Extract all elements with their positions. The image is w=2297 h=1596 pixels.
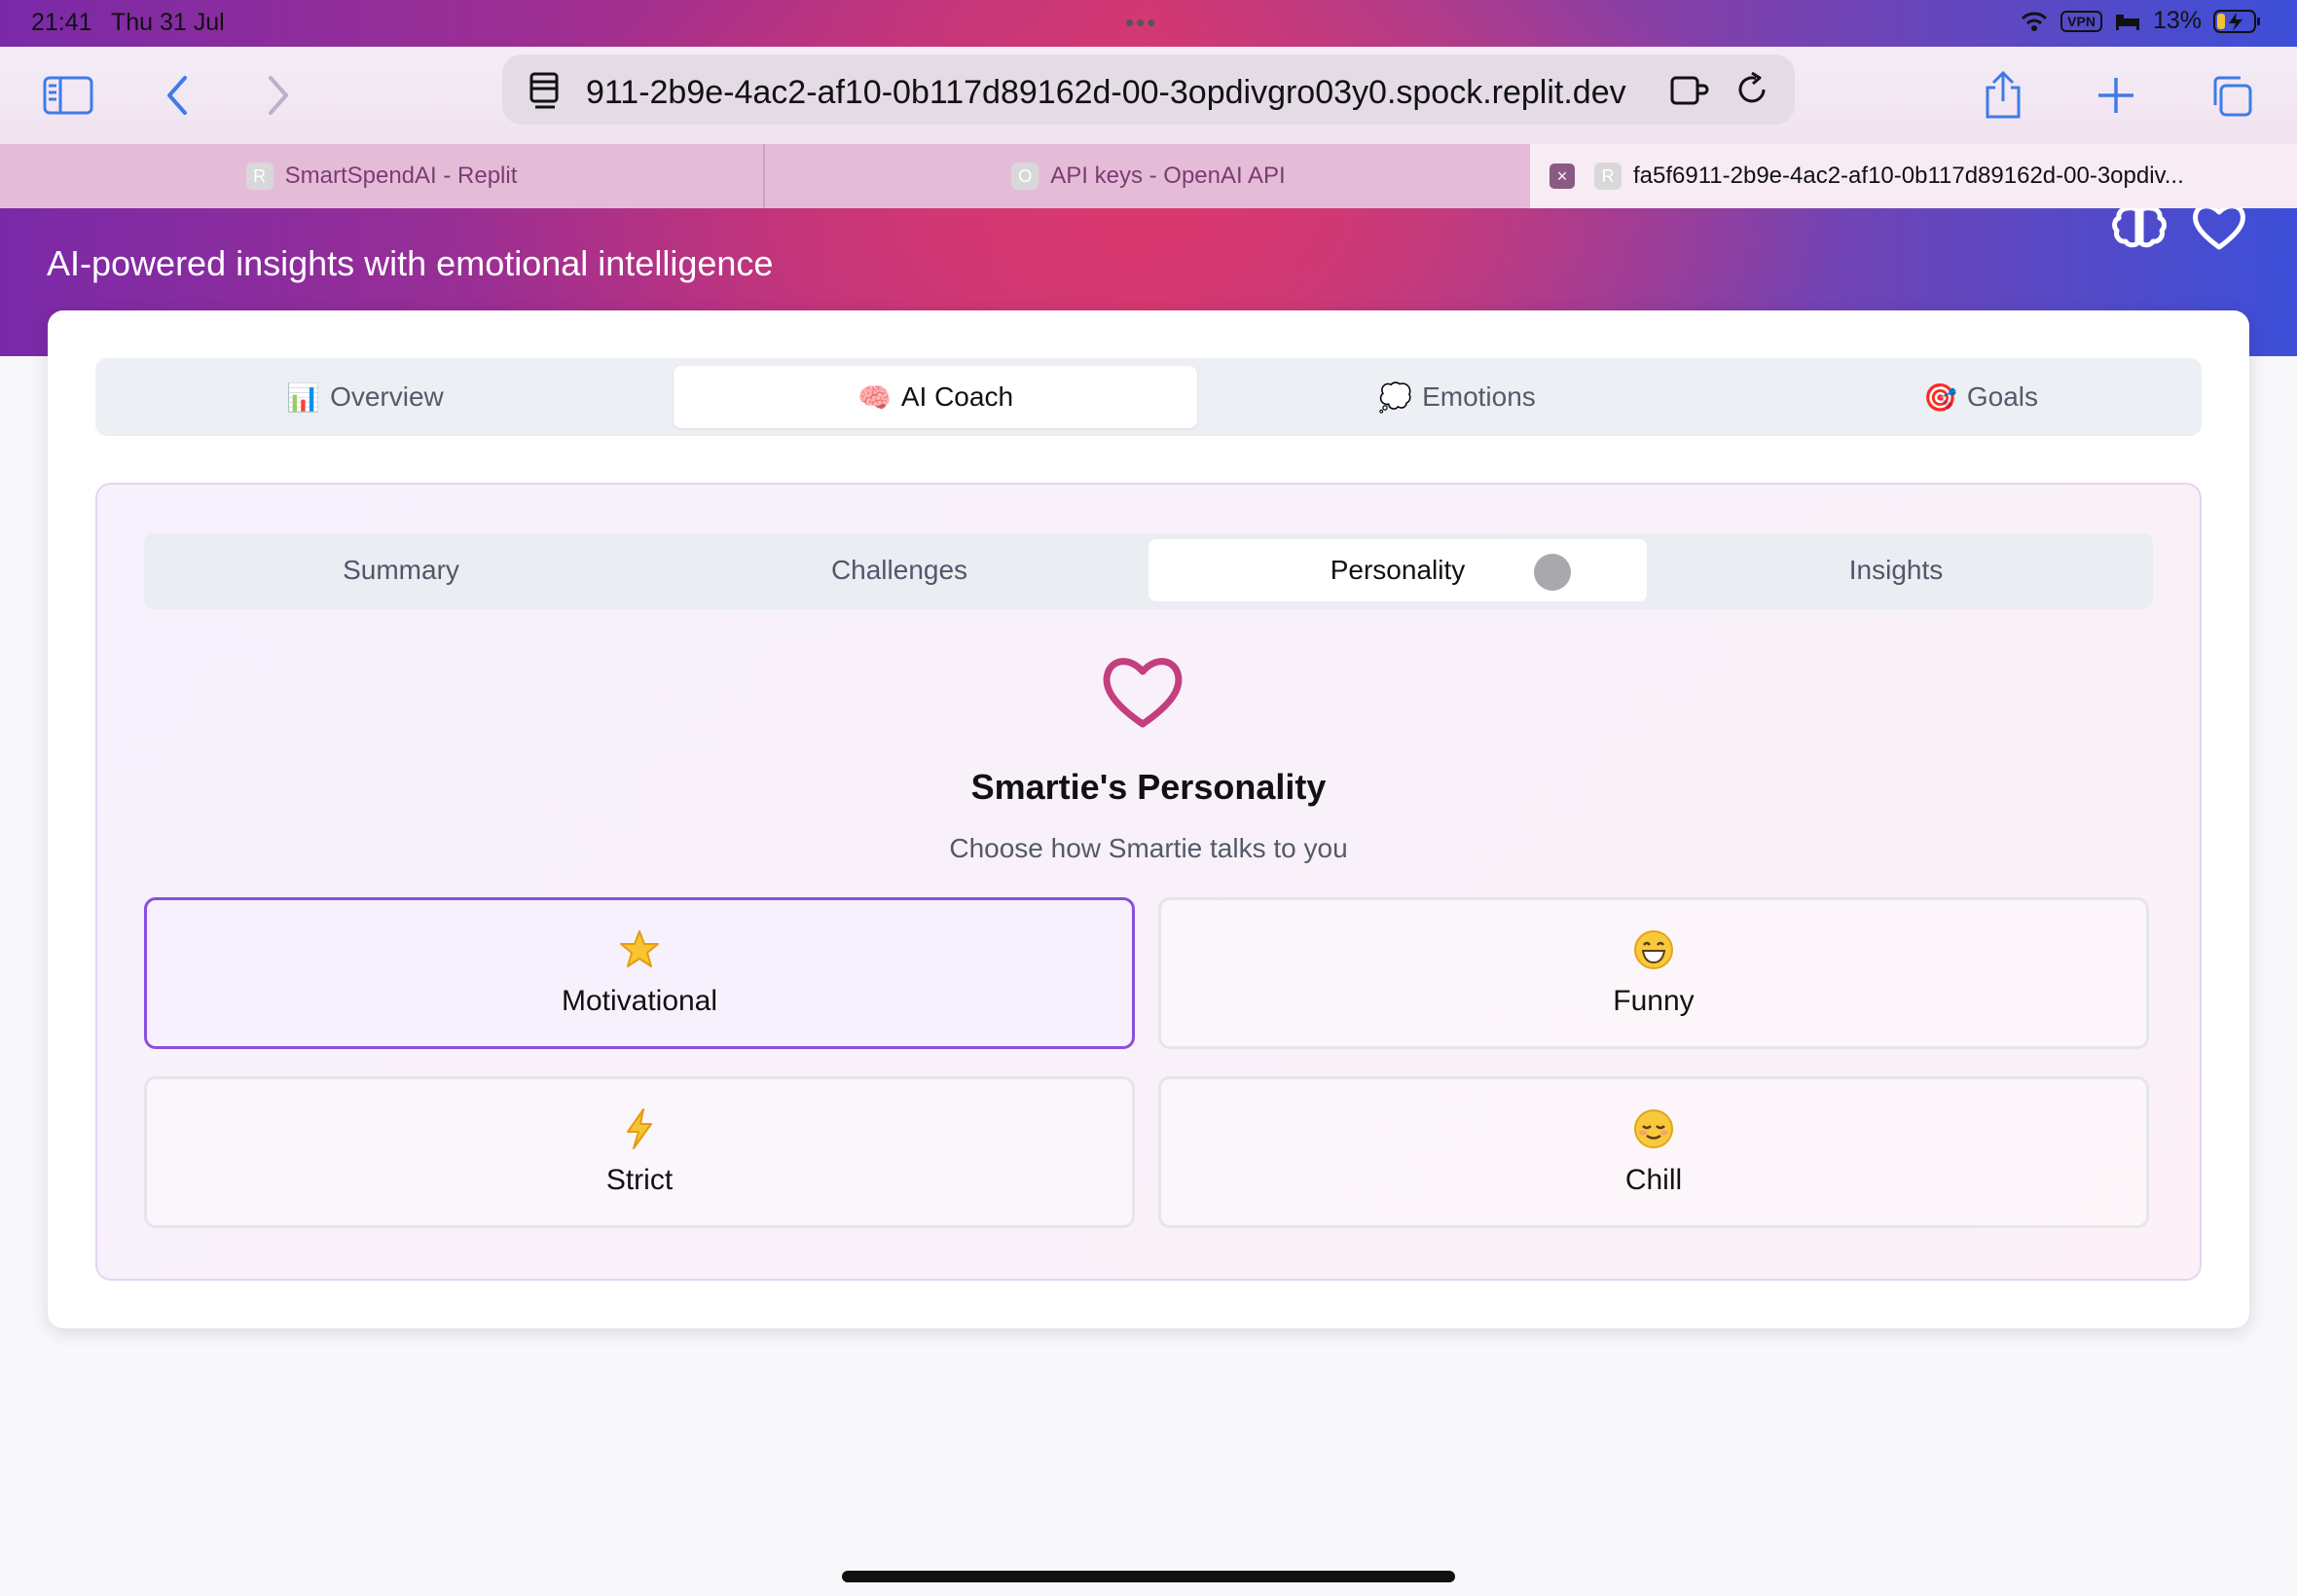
subtab-personality[interactable]: Personality [1148, 539, 1647, 601]
home-indicator[interactable] [842, 1571, 1455, 1582]
personality-subtitle: Choose how Smartie talks to you [949, 833, 1348, 863]
tab-label: Emotions [1422, 381, 1536, 412]
header-subtitle: AI-powered insights with emotional intel… [47, 243, 774, 283]
replit-favicon-icon: R [1594, 163, 1622, 190]
battery-percent: 13% [2152, 7, 2202, 34]
tab-goals[interactable]: 🎯 Goals [1719, 366, 2242, 428]
new-tab-button[interactable] [2089, 68, 2143, 123]
browser-tab-strip: R SmartSpendAI - Replit O API keys - Ope… [0, 144, 2297, 208]
page-settings-icon[interactable] [524, 68, 566, 111]
plus-icon [2098, 78, 2133, 113]
browser-tab-active[interactable]: × R fa5f6911-2b9e-4ac2-af10-0b117d89162d… [1530, 144, 2297, 208]
share-icon [1986, 70, 2021, 119]
browser-tab-title: fa5f6911-2b9e-4ac2-af10-0b117d89162d-00-… [1633, 163, 2184, 189]
battery-charging-icon [2213, 9, 2260, 33]
url-text[interactable]: 911-2b9e-4ac2-af10-0b117d89162d-00-3opdi… [586, 74, 1657, 112]
share-button[interactable] [1976, 68, 2030, 123]
touch-pointer [1534, 554, 1571, 591]
tabs-icon [2213, 76, 2252, 117]
subtab-summary[interactable]: Summary [152, 539, 650, 601]
tab-label: Overview [330, 381, 444, 412]
extension-icon[interactable] [1668, 68, 1711, 111]
coach-sub-tabs: Summary Challenges Personality Insights [144, 533, 2153, 609]
option-funny[interactable]: Funny [1158, 897, 2149, 1049]
heart-icon [1103, 658, 1183, 728]
browser-tab-title: API keys - OpenAI API [1050, 163, 1286, 189]
target-icon: 🎯 [1922, 381, 1957, 414]
status-date: Thu 31 Jul [111, 9, 225, 36]
status-bar: 21:41 Thu 31 Jul ••• VPN 13% [0, 0, 2297, 47]
address-bar[interactable]: 911-2b9e-4ac2-af10-0b117d89162d-00-3opdi… [502, 54, 1795, 125]
back-button[interactable] [150, 68, 204, 123]
tab-label: Goals [1966, 381, 2039, 412]
vpn-badge: VPN [2060, 10, 2102, 32]
multitask-dots-icon[interactable]: ••• [1125, 8, 1157, 38]
tab-close-icon[interactable]: × [1550, 163, 1575, 189]
option-label: Strict [605, 1164, 674, 1196]
grinning-face-icon [1634, 930, 1673, 969]
browser-tab-title: SmartSpendAI - Replit [284, 163, 518, 189]
option-strict[interactable]: Strict [144, 1076, 1135, 1228]
brain-icon: 🧠 [857, 381, 892, 414]
lightning-icon [627, 1108, 652, 1149]
chevron-left-icon [167, 76, 187, 115]
relieved-face-icon [1634, 1109, 1673, 1148]
star-icon [620, 930, 659, 967]
sidebar-icon [43, 76, 93, 115]
browser-toolbar: 911-2b9e-4ac2-af10-0b117d89162d-00-3opdi… [0, 47, 2297, 144]
subtab-insights[interactable]: Insights [1647, 539, 2145, 601]
reload-icon[interactable] [1731, 68, 1773, 111]
wifi-icon [2022, 12, 2048, 31]
ai-coach-panel: Summary Challenges Personality Insights … [95, 483, 2202, 1281]
tab-ai-coach[interactable]: 🧠 AI Coach [674, 366, 1197, 428]
personality-title: Smartie's Personality [970, 767, 1327, 807]
option-label: Motivational [561, 985, 718, 1017]
bar-chart-icon: 📊 [286, 381, 321, 414]
tab-overview-button[interactable] [2204, 68, 2258, 123]
openai-favicon-icon: O [1011, 163, 1039, 190]
replit-favicon-icon: R [245, 163, 273, 190]
main-tabs: 📊 Overview 🧠 AI Coach 💭 Emotions 🎯 Goals [95, 358, 2202, 436]
option-label: Chill [1624, 1164, 1683, 1196]
thought-bubble-icon: 💭 [1378, 381, 1413, 414]
option-chill[interactable]: Chill [1158, 1076, 2149, 1228]
chevron-right-icon [269, 76, 288, 115]
sidebar-toggle-button[interactable] [41, 68, 95, 123]
subtab-challenges[interactable]: Challenges [650, 539, 1148, 601]
browser-tab[interactable]: O API keys - OpenAI API [767, 144, 1530, 208]
status-time: 21:41 [31, 9, 92, 36]
option-motivational[interactable]: Motivational [144, 897, 1135, 1049]
tab-emotions[interactable]: 💭 Emotions [1195, 366, 1719, 428]
bed-icon [2115, 14, 2139, 30]
browser-tab[interactable]: R SmartSpendAI - Replit [0, 144, 765, 208]
analytics-card: 📊 Overview 🧠 AI Coach 💭 Emotions 🎯 Goals… [48, 310, 2249, 1328]
forward-button[interactable] [251, 68, 306, 123]
tab-label: AI Coach [900, 381, 1014, 412]
option-label: Funny [1613, 985, 1695, 1017]
tab-overview[interactable]: 📊 Overview [103, 366, 627, 428]
